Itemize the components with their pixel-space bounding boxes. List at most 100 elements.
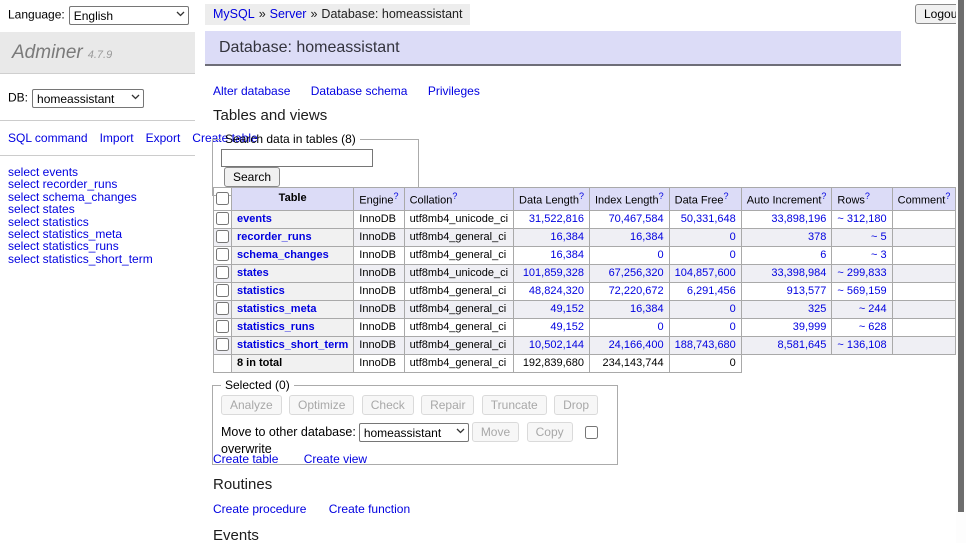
data-free-link[interactable]: 0 xyxy=(730,249,736,261)
auto-increment-link[interactable]: 33,898,196 xyxy=(771,213,826,225)
table-link[interactable]: statistics_runs xyxy=(237,321,315,333)
row-checkbox[interactable] xyxy=(216,266,229,279)
table-link[interactable]: statistics_short_term xyxy=(237,339,348,351)
adminer-logo-link[interactable]: Adminer xyxy=(12,42,83,63)
optimize-button[interactable]: Optimize xyxy=(289,395,354,415)
language-select[interactable]: English xyxy=(69,6,189,25)
create-function-link[interactable]: Create function xyxy=(329,502,410,516)
row-checkbox[interactable] xyxy=(216,338,229,351)
data-length-link[interactable]: 16,384 xyxy=(550,231,584,243)
move-db-select[interactable]: homeassistant xyxy=(359,423,469,442)
table-link[interactable]: statistics_meta xyxy=(237,303,317,315)
sidebar-item-select-statistics-short-term[interactable]: select statistics_short_term xyxy=(8,253,195,265)
data-free-link[interactable]: 0 xyxy=(730,303,736,315)
index-length-link[interactable]: 67,256,320 xyxy=(609,267,664,279)
check-button[interactable]: Check xyxy=(362,395,414,415)
db-select[interactable]: homeassistant xyxy=(32,89,144,108)
table-link[interactable]: recorder_runs xyxy=(237,231,312,243)
rows-count-link[interactable]: ~ 312,180 xyxy=(837,213,886,225)
scrollbar-thumb[interactable] xyxy=(958,0,964,512)
breadcrumb-mysql-link[interactable]: MySQL xyxy=(213,7,255,21)
sidebar-item-select-recorder-runs[interactable]: select recorder_runs xyxy=(8,178,195,190)
hint-link[interactable]: ? xyxy=(821,191,826,201)
create-view-link[interactable]: Create view xyxy=(304,452,367,466)
index-length-link[interactable]: 16,384 xyxy=(630,231,664,243)
index-length-link[interactable]: 24,166,400 xyxy=(609,339,664,351)
totals-data-free: 0 xyxy=(669,354,741,372)
search-input[interactable] xyxy=(221,149,373,167)
data-free-link[interactable]: 104,857,600 xyxy=(675,267,736,279)
search-button[interactable]: Search xyxy=(224,167,280,187)
row-checkbox[interactable] xyxy=(216,302,229,315)
move-button[interactable]: Move xyxy=(472,422,519,442)
hint-link[interactable]: ? xyxy=(945,191,950,201)
data-length-link[interactable]: 49,152 xyxy=(550,321,584,333)
data-length-link[interactable]: 49,152 xyxy=(550,303,584,315)
row-checkbox[interactable] xyxy=(216,320,229,333)
analyze-button[interactable]: Analyze xyxy=(221,395,282,415)
index-length-link[interactable]: 70,467,584 xyxy=(609,213,664,225)
create-procedure-link[interactable]: Create procedure xyxy=(213,502,306,516)
index-length-link[interactable]: 0 xyxy=(658,249,664,261)
row-checkbox[interactable] xyxy=(216,212,229,225)
privileges-link[interactable]: Privileges xyxy=(428,84,480,98)
data-free-link[interactable]: 50,331,648 xyxy=(681,213,736,225)
table-row: statistics_short_term InnoDB utf8mb4_gen… xyxy=(214,336,956,354)
data-length-link[interactable]: 10,502,144 xyxy=(529,339,584,351)
repair-button[interactable]: Repair xyxy=(421,395,474,415)
index-length-link[interactable]: 16,384 xyxy=(630,303,664,315)
hint-link[interactable]: ? xyxy=(452,191,457,201)
data-length-link[interactable]: 31,522,816 xyxy=(529,213,584,225)
index-length-link[interactable]: 72,220,672 xyxy=(609,285,664,297)
data-free-link[interactable]: 0 xyxy=(730,321,736,333)
rows-count-link[interactable]: ~ 569,159 xyxy=(837,285,886,297)
data-free-link[interactable]: 0 xyxy=(730,231,736,243)
hint-link[interactable]: ? xyxy=(394,191,399,201)
data-length-link[interactable]: 16,384 xyxy=(550,249,584,261)
database-schema-link[interactable]: Database schema xyxy=(311,84,408,98)
rows-count-link[interactable]: ~ 5 xyxy=(871,231,887,243)
table-link[interactable]: states xyxy=(237,267,269,279)
auto-increment-link[interactable]: 6 xyxy=(820,249,826,261)
export-link[interactable]: Export xyxy=(146,131,181,145)
hint-link[interactable]: ? xyxy=(724,191,729,201)
auto-increment-link[interactable]: 378 xyxy=(808,231,826,243)
data-length-link[interactable]: 48,824,320 xyxy=(529,285,584,297)
truncate-button[interactable]: Truncate xyxy=(482,395,547,415)
rows-count-link[interactable]: ~ 244 xyxy=(859,303,887,315)
create-table-link[interactable]: Create table xyxy=(213,452,278,466)
rows-count-link[interactable]: ~ 3 xyxy=(871,249,887,261)
drop-button[interactable]: Drop xyxy=(554,395,598,415)
select-all-checkbox[interactable] xyxy=(216,192,229,205)
auto-increment-link[interactable]: 33,398,984 xyxy=(771,267,826,279)
overwrite-checkbox[interactable] xyxy=(585,426,598,439)
hint-link[interactable]: ? xyxy=(659,191,664,201)
auto-increment-link[interactable]: 39,999 xyxy=(793,321,827,333)
breadcrumb-server-link[interactable]: Server xyxy=(270,7,307,21)
auto-increment-link[interactable]: 8,581,645 xyxy=(777,339,826,351)
copy-button[interactable]: Copy xyxy=(527,422,573,442)
table-link[interactable]: statistics xyxy=(237,285,285,297)
table-link[interactable]: schema_changes xyxy=(237,249,329,261)
table-link[interactable]: events xyxy=(237,213,272,225)
index-length-link[interactable]: 0 xyxy=(658,321,664,333)
rows-count-link[interactable]: ~ 628 xyxy=(859,321,887,333)
data-length-link[interactable]: 101,859,328 xyxy=(523,267,584,279)
hint-link[interactable]: ? xyxy=(579,191,584,201)
rows-count-link[interactable]: ~ 299,833 xyxy=(837,267,886,279)
auto-increment-link[interactable]: 325 xyxy=(808,303,826,315)
search-legend: Search data in tables (8) xyxy=(221,132,360,146)
alter-database-link[interactable]: Alter database xyxy=(213,84,290,98)
auto-increment-link[interactable]: 913,577 xyxy=(787,285,827,297)
row-checkbox[interactable] xyxy=(216,230,229,243)
sidebar-item-select-states[interactable]: select states xyxy=(8,203,195,215)
data-free-link[interactable]: 6,291,456 xyxy=(687,285,736,297)
sidebar-item-select-statistics-runs[interactable]: select statistics_runs xyxy=(8,240,195,252)
import-link[interactable]: Import xyxy=(100,131,134,145)
sql-command-link[interactable]: SQL command xyxy=(8,131,88,145)
row-checkbox[interactable] xyxy=(216,248,229,261)
data-free-link[interactable]: 188,743,680 xyxy=(675,339,736,351)
row-checkbox[interactable] xyxy=(216,284,229,297)
rows-count-link[interactable]: ~ 136,108 xyxy=(837,339,886,351)
hint-link[interactable]: ? xyxy=(865,191,870,201)
